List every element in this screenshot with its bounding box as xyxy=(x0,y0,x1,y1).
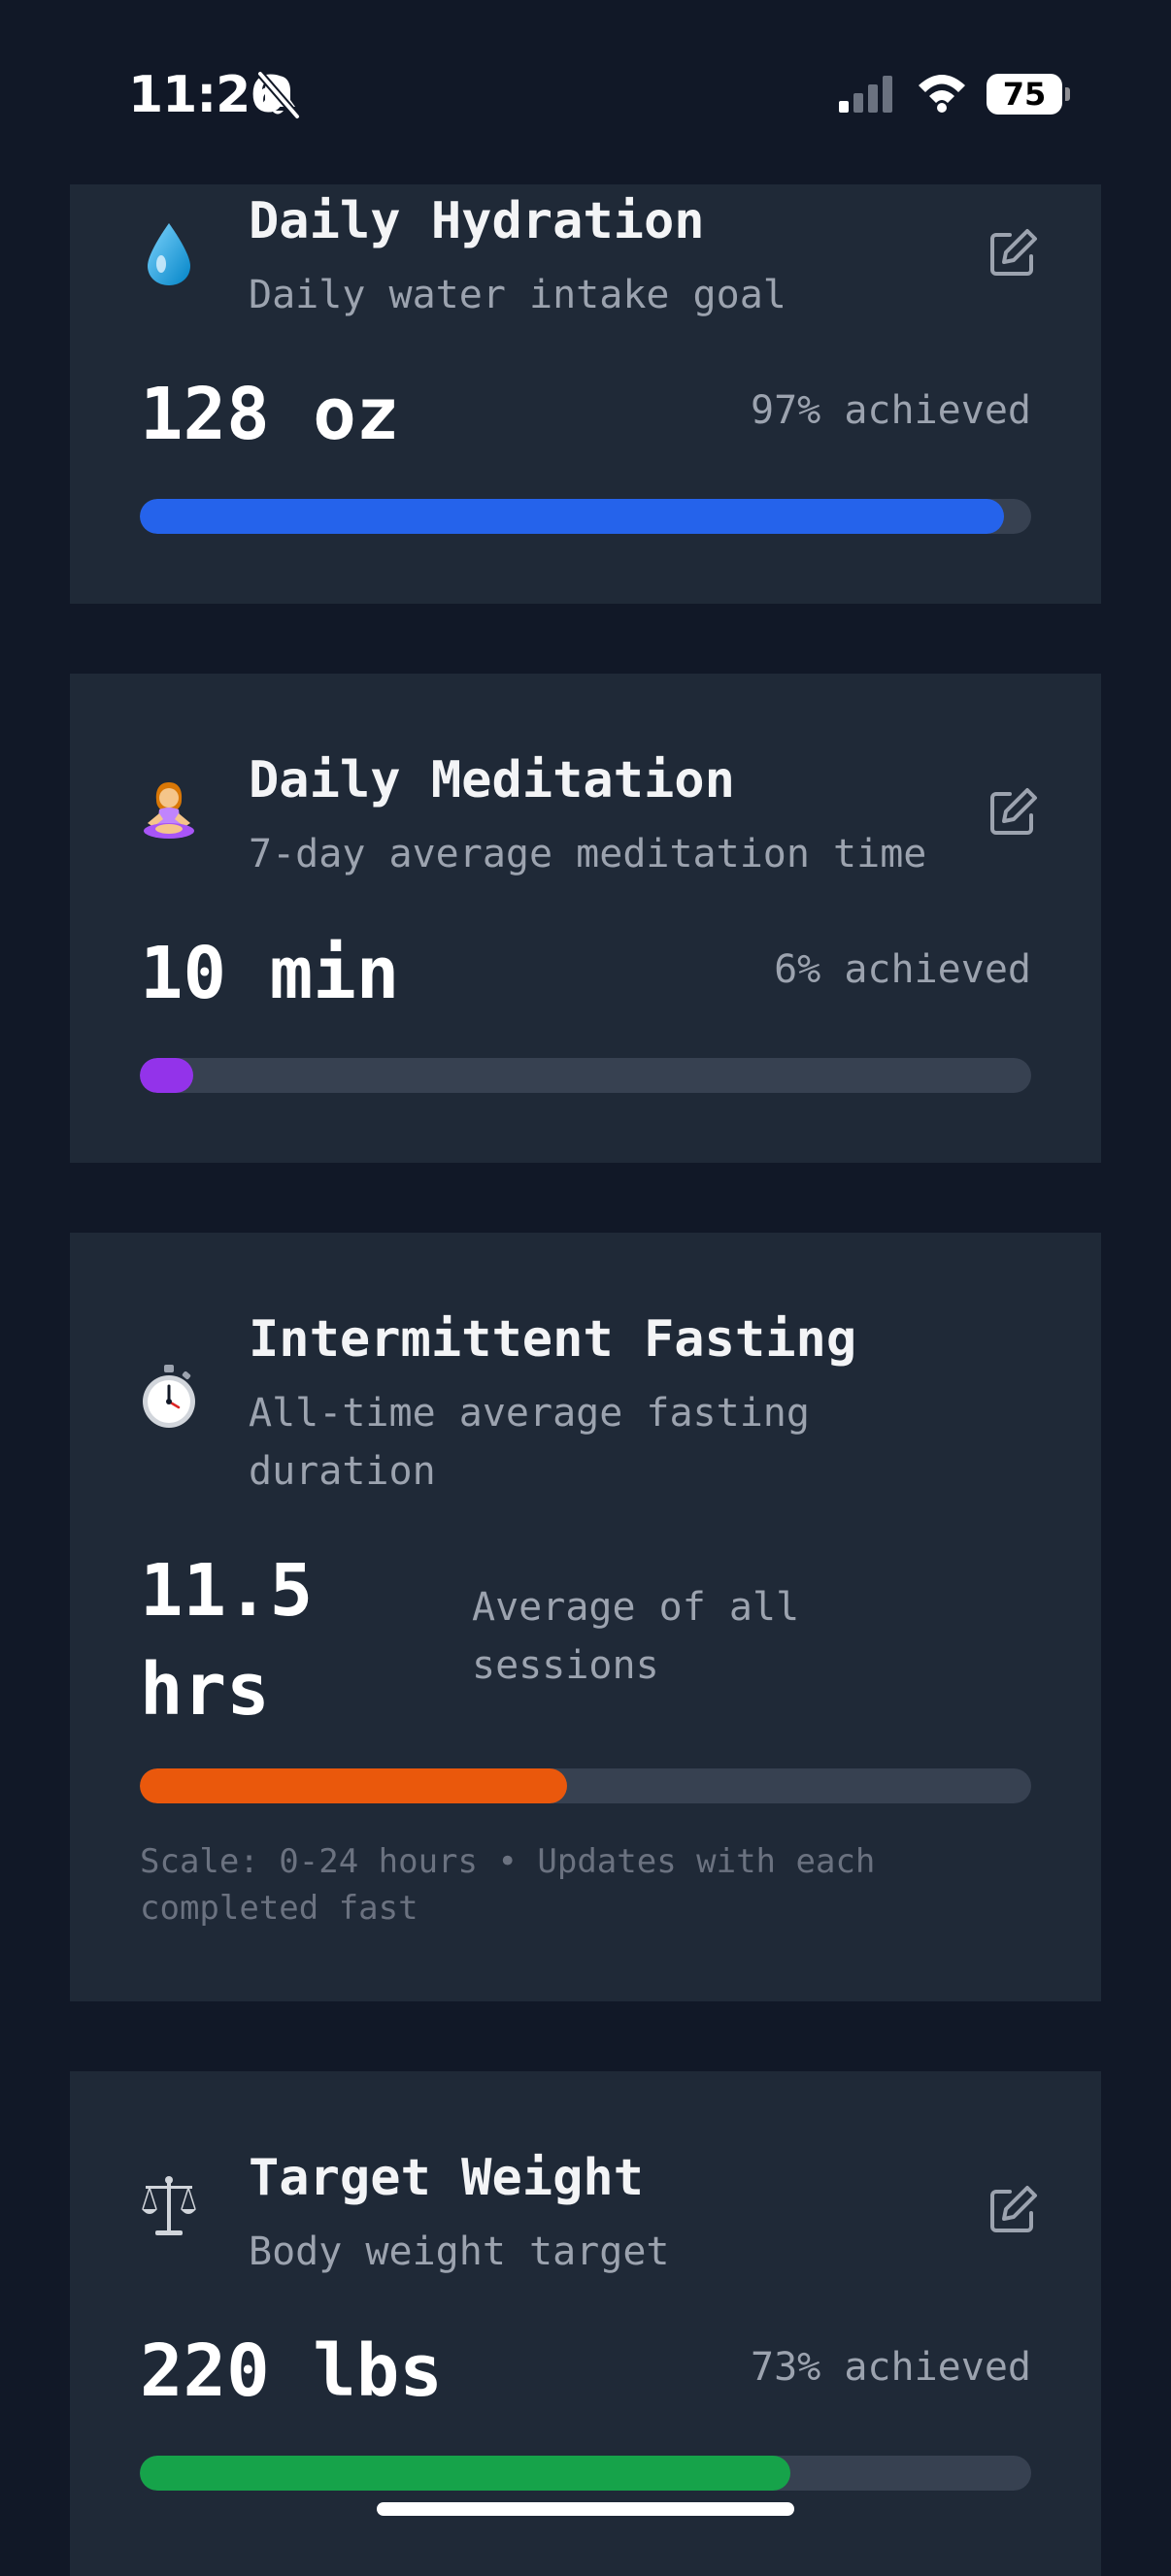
goal-subtitle: All-time average fasting duration xyxy=(249,1391,810,1494)
progress-fill xyxy=(140,1058,194,1093)
goal-title: Daily Meditation xyxy=(249,751,735,809)
goal-value: 10 min xyxy=(140,932,400,1015)
goal-progress-text: 97% achieved xyxy=(751,388,1031,433)
battery-icon: 75 xyxy=(987,74,1070,115)
goal-progress-text: Average of all sessions xyxy=(472,1585,800,1688)
scale-icon xyxy=(142,2176,196,2235)
progress-bar xyxy=(140,1058,1031,1093)
goal-card-hydration[interactable]: Daily Hydration Daily water intake goal … xyxy=(70,181,1101,604)
goal-title: Daily Hydration xyxy=(249,192,705,250)
meditation-icon xyxy=(144,782,194,839)
progress-bar xyxy=(140,499,1031,534)
goal-title: Intermittent Fasting xyxy=(249,1310,857,1369)
bell-muted-icon xyxy=(256,70,301,120)
goal-subtitle: Body weight target xyxy=(249,2229,670,2274)
goal-title: Target Weight xyxy=(249,2149,644,2207)
progress-bar xyxy=(140,1768,1031,1803)
progress-fill xyxy=(140,1768,567,1803)
progress-fill xyxy=(140,499,1005,534)
goal-card-meditation[interactable]: Daily Meditation 7-day average meditatio… xyxy=(70,674,1101,1163)
goal-card-fasting[interactable]: Intermittent Fasting All-time average fa… xyxy=(70,1233,1101,2001)
goal-progress-text: 6% achieved xyxy=(774,947,1031,992)
water-drop-icon xyxy=(148,223,190,285)
cellular-signal-icon xyxy=(839,76,892,113)
edit-icon[interactable] xyxy=(985,2182,1041,2238)
goal-subtitle: 7-day average meditation time xyxy=(249,832,927,876)
goal-subtitle: Daily water intake goal xyxy=(249,273,786,317)
progress-scale-note: Scale: 0-24 hours • Updates with each co… xyxy=(140,1842,876,1928)
home-indicator[interactable] xyxy=(377,2502,794,2516)
edit-icon[interactable] xyxy=(985,784,1041,841)
progress-fill xyxy=(140,2456,791,2491)
goal-value: 128 oz xyxy=(140,373,400,456)
wifi-icon xyxy=(919,75,965,113)
battery-level: 75 xyxy=(1002,76,1047,113)
goal-value: 11.5 hrs xyxy=(140,1549,314,1732)
stopwatch-icon xyxy=(143,1365,195,1428)
progress-bar xyxy=(140,2456,1031,2491)
goal-card-weight[interactable]: Target Weight Body weight target 220 lbs… xyxy=(70,2071,1101,2576)
edit-icon[interactable] xyxy=(985,225,1041,281)
goal-progress-text: 73% achieved xyxy=(751,2345,1031,2390)
goal-value: 220 lbs xyxy=(140,2329,443,2413)
status-bar: 11:26 75 xyxy=(0,0,1171,184)
